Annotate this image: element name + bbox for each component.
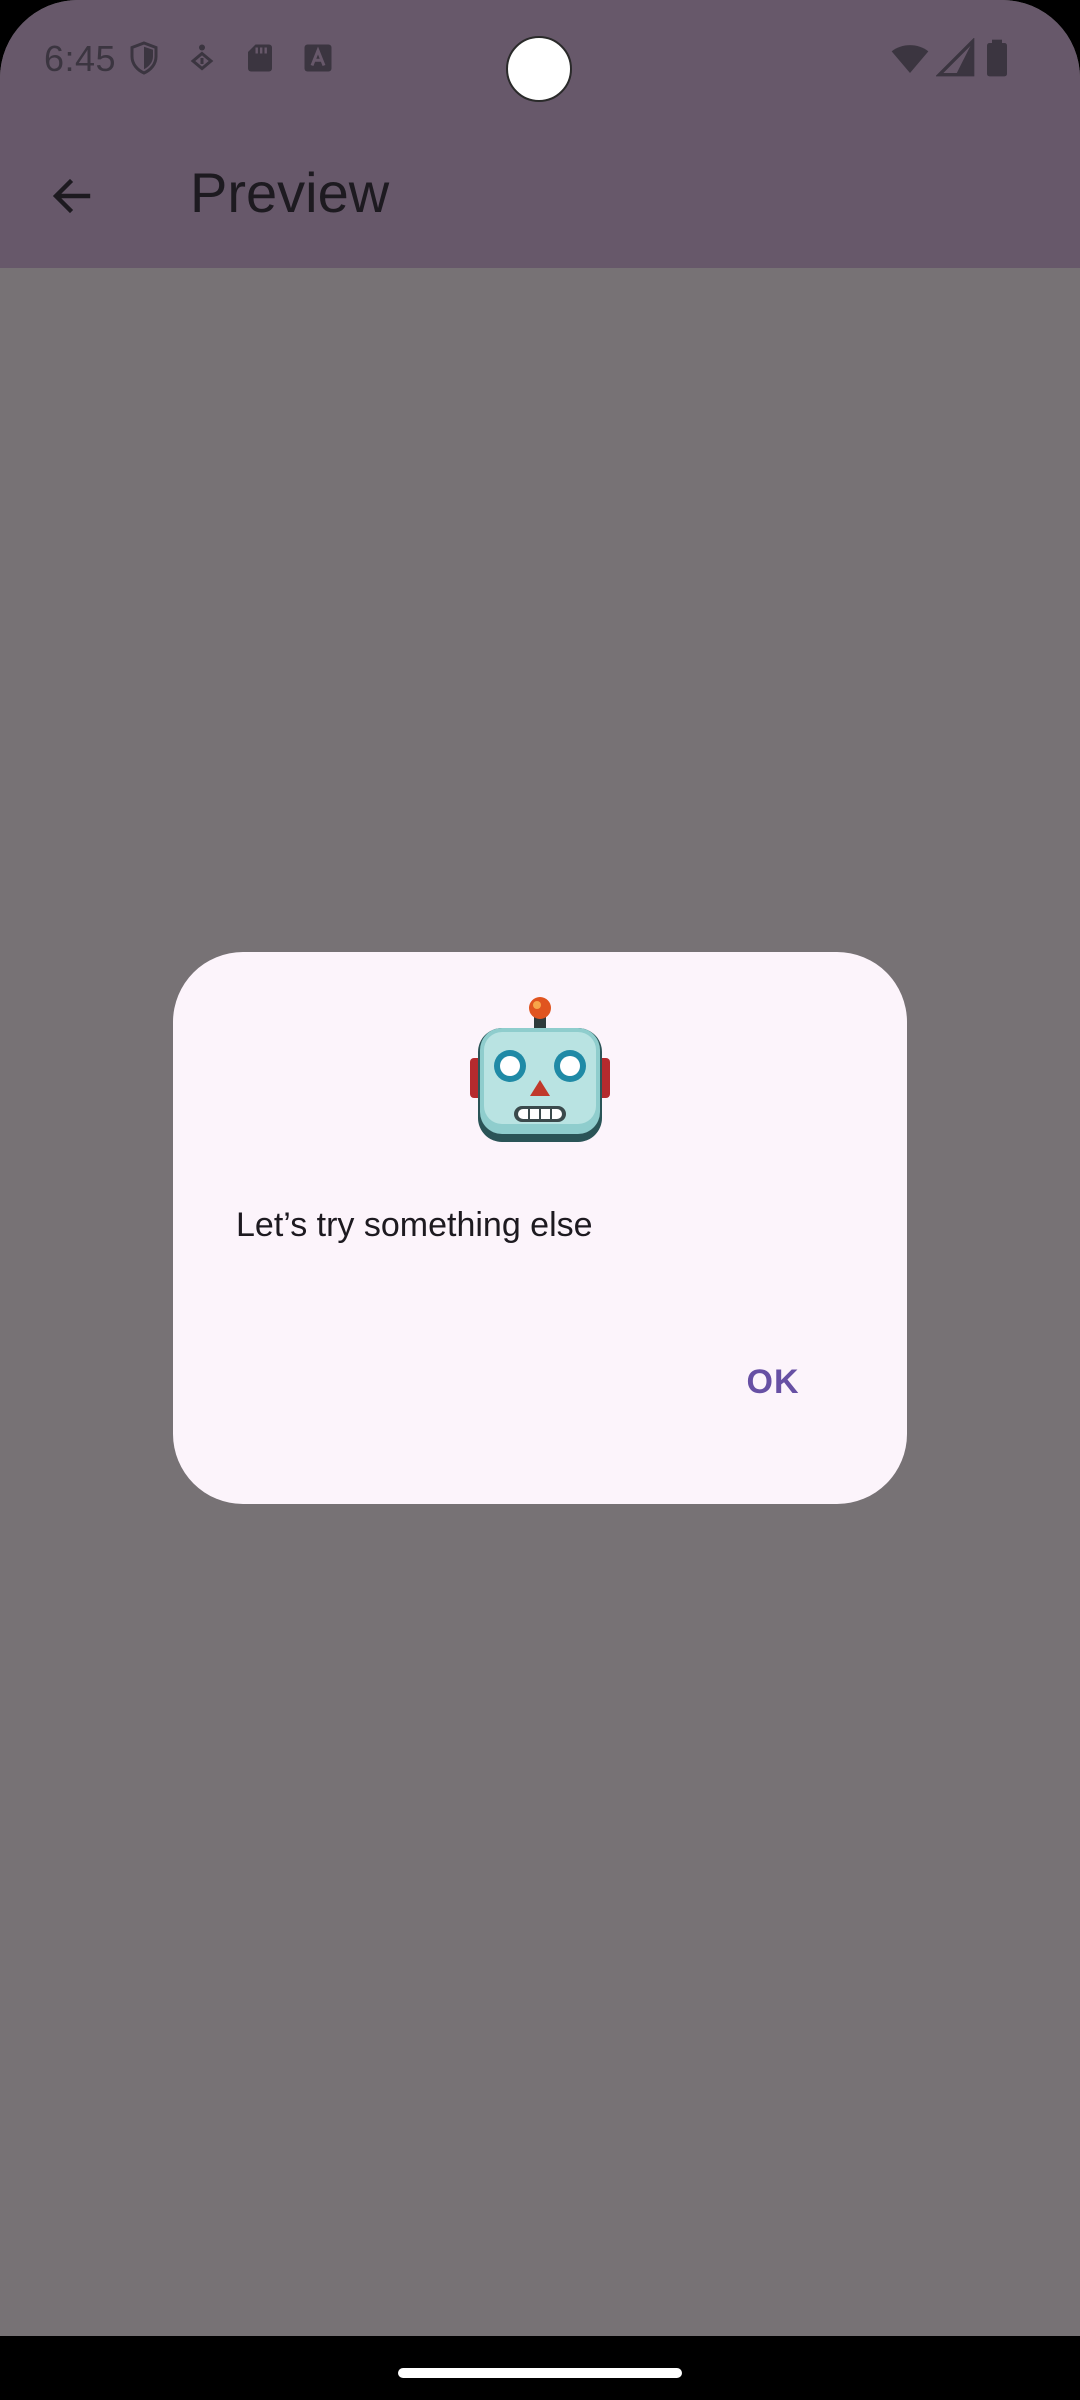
sd-card-icon (242, 40, 278, 76)
page-title: Preview (190, 161, 390, 224)
wifi-icon (890, 38, 930, 78)
top-bar: 6:45 Preview (0, 0, 1080, 268)
shield-icon (126, 40, 162, 76)
gesture-navigation-bar (0, 2336, 1080, 2400)
alert-dialog: Let’s try something else OK (173, 952, 907, 1504)
battery-icon (982, 38, 1012, 78)
phone-frame: 6:45 Preview Let’s try something else OK (0, 0, 1080, 2400)
status-time: 6:45 (44, 38, 117, 79)
text-a-icon (300, 40, 336, 76)
status-bar: 6:45 (0, 0, 1080, 120)
accessibility-download-icon (184, 40, 220, 76)
dialog-message: Let’s try something else (236, 1206, 593, 1244)
camera-cutout (506, 36, 572, 102)
arrow-back-icon (48, 172, 96, 225)
signal-icon (935, 37, 976, 78)
ok-button[interactable]: OK (705, 1344, 841, 1420)
app-bar: Preview (0, 120, 1080, 268)
home-gesture-handle[interactable] (398, 2368, 682, 2378)
back-button[interactable] (36, 162, 108, 234)
robot-icon (468, 997, 612, 1142)
screen: 6:45 Preview Let’s try something else OK (0, 0, 1080, 2336)
